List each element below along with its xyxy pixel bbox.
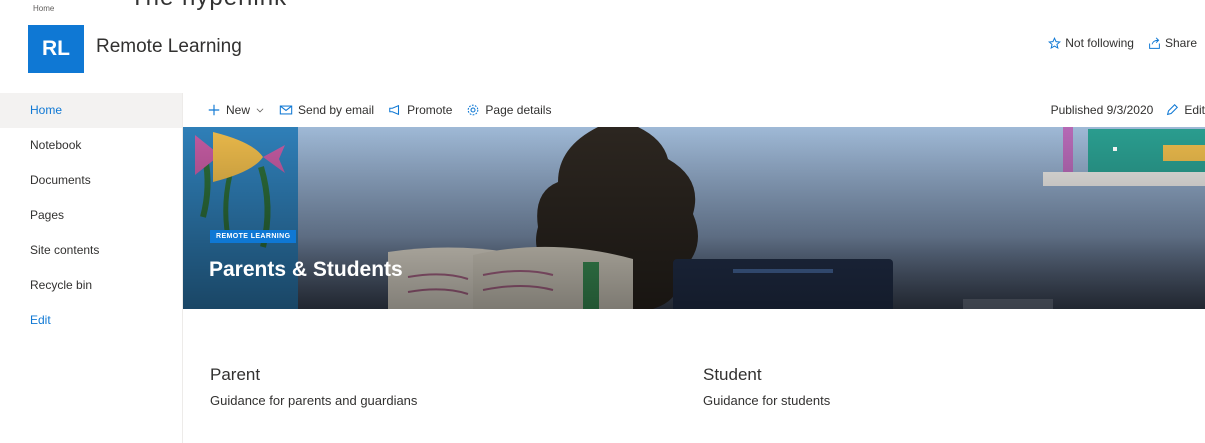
section-description: Guidance for students [703, 393, 831, 408]
site-title[interactable]: Remote Learning [96, 36, 242, 58]
edit-label: Edit [1184, 103, 1205, 117]
share-button[interactable]: Share [1148, 36, 1197, 50]
site-logo[interactable]: RL [28, 25, 84, 73]
plus-icon [208, 104, 220, 116]
pencil-icon [1167, 104, 1179, 116]
section-description: Guidance for parents and guardians [210, 393, 418, 408]
cropped-overlay-text: The hyperlink [130, 0, 287, 12]
follow-label: Not following [1065, 36, 1134, 50]
breadcrumb[interactable]: Home [33, 4, 54, 13]
promote-button[interactable]: Promote [388, 103, 452, 117]
header-actions: Not following Share [1048, 36, 1197, 50]
chevron-down-icon [256, 108, 264, 113]
left-navigation: Home Notebook Documents Pages Site conte… [0, 93, 182, 443]
share-icon [1149, 36, 1160, 49]
section-title[interactable]: Parent [210, 365, 417, 385]
send-label: Send by email [298, 103, 375, 117]
star-icon [1048, 36, 1062, 49]
nav-edit-link[interactable]: Edit [0, 303, 182, 338]
hero-title: Parents & Students [209, 258, 403, 281]
published-status: Published 9/3/2020 [1050, 103, 1154, 117]
page-details-button[interactable]: Page details [466, 103, 551, 117]
gear-icon [468, 104, 479, 116]
edit-page-button[interactable]: Edit [1165, 103, 1205, 117]
nav-item-pages[interactable]: Pages [0, 198, 182, 233]
nav-item-site-contents[interactable]: Site contents [0, 233, 182, 268]
section-student[interactable]: Student Guidance for students [703, 365, 830, 408]
hero-topic-tag: REMOTE LEARNING [210, 230, 297, 243]
command-bar: New Send by email Promote Page details P… [183, 93, 1205, 127]
section-title[interactable]: Student [703, 365, 830, 385]
details-label: Page details [485, 103, 552, 117]
hero-banner: REMOTE LEARNING Parents & Students [183, 127, 1205, 309]
new-label: New [226, 103, 251, 117]
section-parent[interactable]: Parent Guidance for parents and guardian… [210, 365, 417, 408]
nav-item-notebook[interactable]: Notebook [0, 128, 182, 163]
follow-button[interactable]: Not following [1048, 36, 1134, 50]
new-button[interactable]: New [207, 103, 265, 117]
share-label: Share [1164, 36, 1197, 50]
nav-item-home[interactable]: Home [0, 93, 182, 128]
mail-icon [279, 105, 293, 115]
nav-item-documents[interactable]: Documents [0, 163, 182, 198]
megaphone-icon [389, 104, 400, 116]
promote-label: Promote [407, 103, 453, 117]
nav-item-recycle-bin[interactable]: Recycle bin [0, 268, 182, 303]
command-bar-right: Published 9/3/2020 Edit [1051, 93, 1205, 127]
send-by-email-button[interactable]: Send by email [279, 103, 374, 117]
